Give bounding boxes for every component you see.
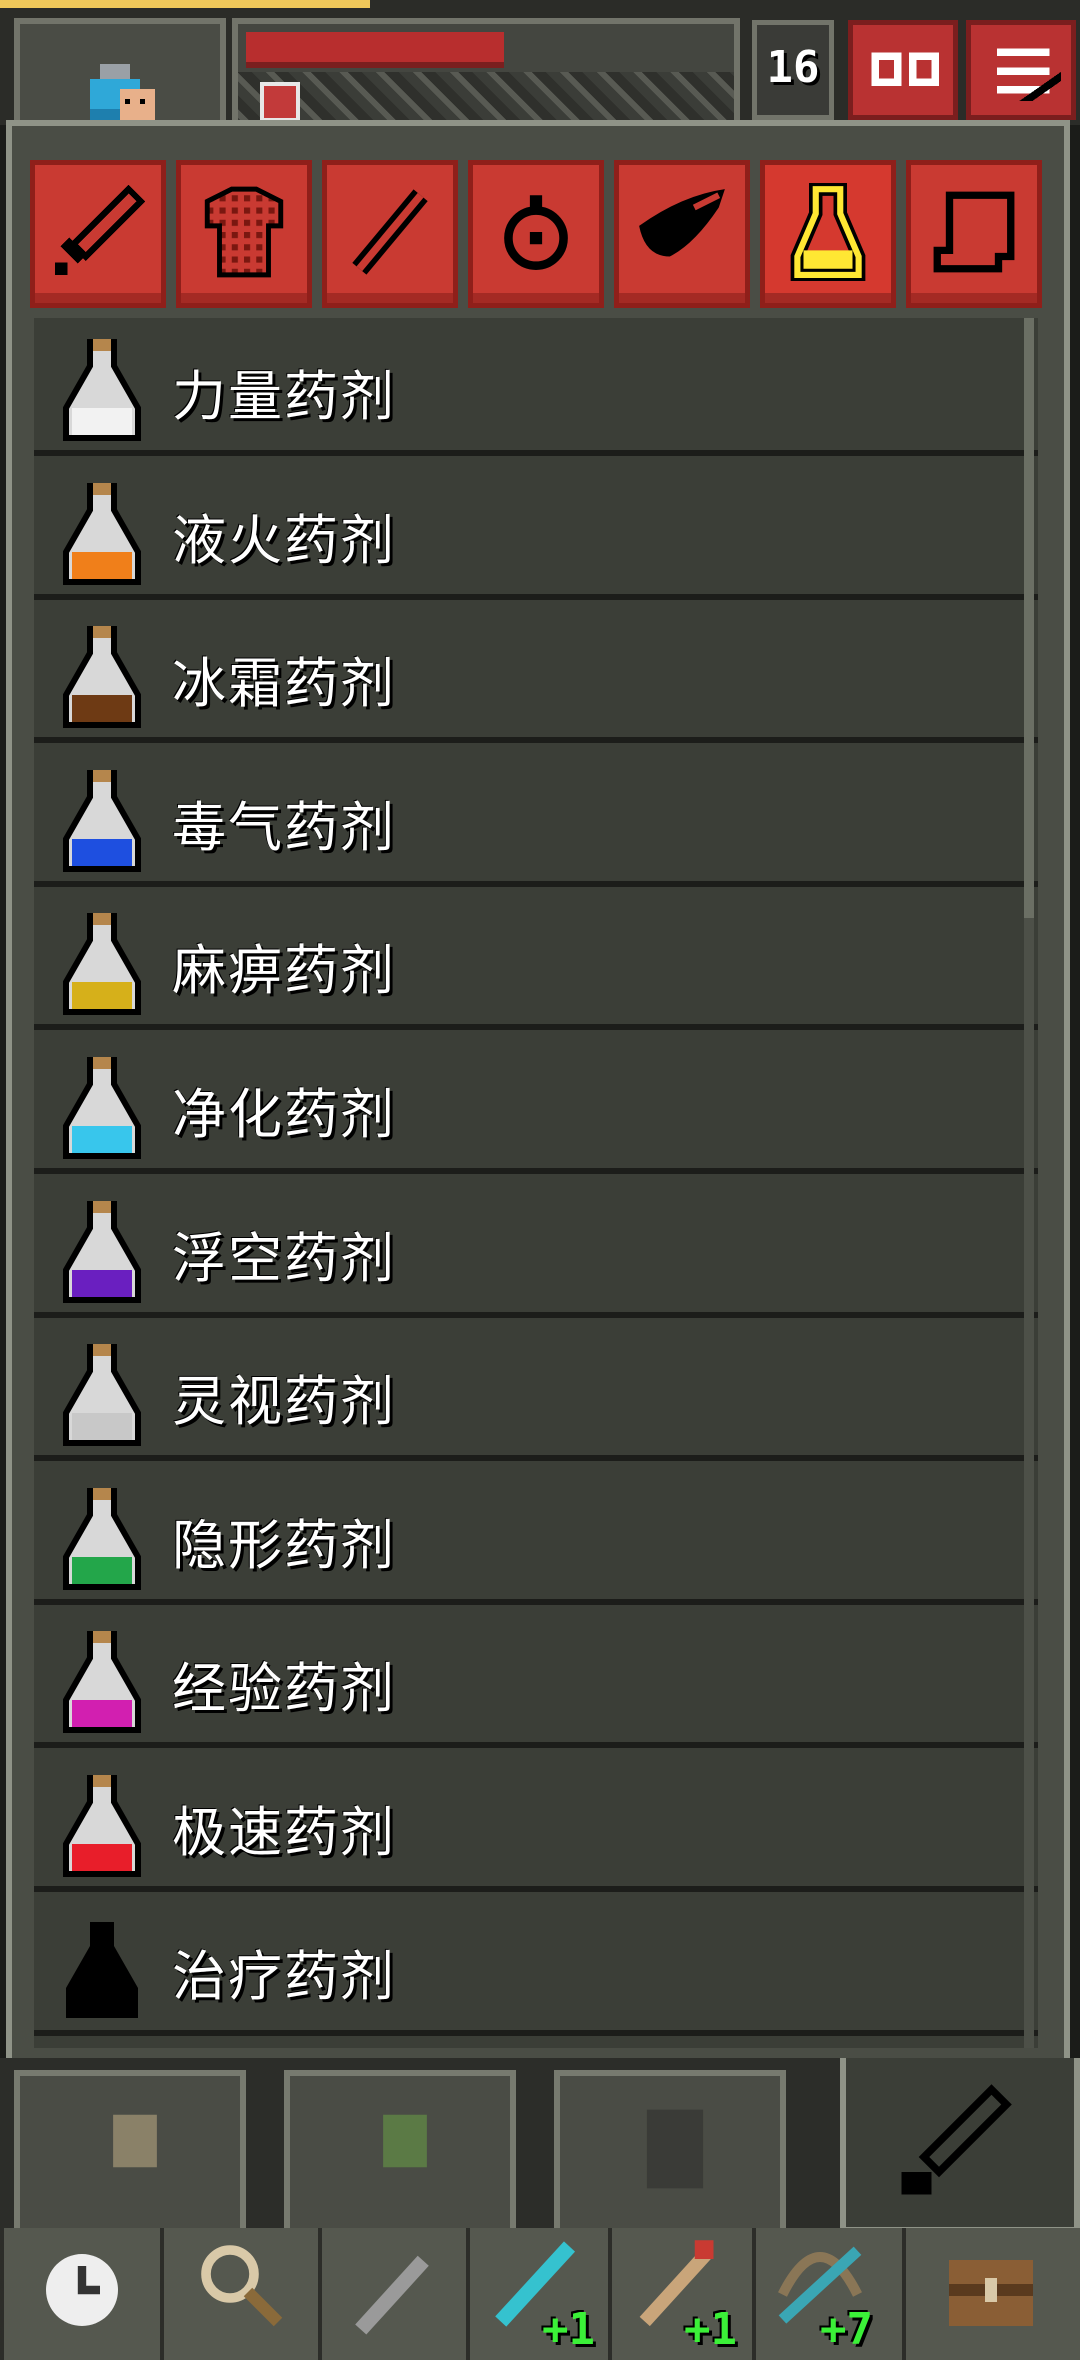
- potion-icon: [790, 183, 866, 281]
- menu-icon: [996, 48, 1061, 101]
- potion-flask-icon: [63, 626, 141, 729]
- wait-icon: [46, 2254, 118, 2326]
- potion-name: 力量药剂: [172, 365, 396, 428]
- quickslot-spear[interactable]: +1: [466, 2228, 608, 2360]
- tab-weapons[interactable]: [30, 160, 166, 308]
- upgrade-level: +1: [542, 2304, 595, 2355]
- status-bar: 16: [0, 0, 1080, 149]
- buff-icon[interactable]: [260, 82, 300, 122]
- menu-button[interactable]: [966, 20, 1076, 120]
- list-scrollbar[interactable]: [1024, 318, 1034, 2048]
- armor-icon: [204, 186, 284, 278]
- potion-name: 灵视药剂: [172, 1370, 396, 1434]
- potion-flask-icon: [63, 482, 141, 585]
- catalog-tabs: [30, 160, 1042, 310]
- tab-armor[interactable]: [176, 160, 312, 308]
- potion-flask-icon: [63, 769, 141, 872]
- potion-flask-icon: [63, 1344, 141, 1447]
- potion-flask-icon: [63, 1200, 141, 1303]
- hero-portrait-button[interactable]: [14, 18, 226, 149]
- list-item[interactable]: 灵视药剂: [34, 1323, 1038, 1462]
- list-item[interactable]: 极速药剂: [34, 1754, 1038, 1892]
- tab-artifacts[interactable]: [614, 160, 750, 308]
- list-item[interactable]: 隐形药剂: [34, 1467, 1038, 1605]
- quickslot-bow[interactable]: +7: [752, 2228, 902, 2360]
- stone-scroll-icon: [113, 2114, 157, 2168]
- journal-icon: [871, 52, 939, 86]
- quickslot-dagger[interactable]: [318, 2228, 466, 2360]
- backpack-button[interactable]: [902, 2228, 1080, 2360]
- potion-name: 浮空药剂: [172, 1226, 396, 1290]
- potion-flask-icon: [63, 913, 141, 1016]
- tab-wands[interactable]: [322, 160, 458, 308]
- potion-name: 经验药剂: [172, 1657, 396, 1721]
- depth-indicator[interactable]: 16: [752, 20, 834, 120]
- potion-flask-icon: [66, 1921, 138, 2018]
- list-item[interactable]: 净化药剂: [34, 1036, 1038, 1174]
- potion-name: 净化药剂: [172, 1083, 396, 1146]
- list-item[interactable]: 浮空药剂: [34, 1180, 1038, 1318]
- weapon-tab-sword-icon: [901, 2084, 1012, 2195]
- potion-name: 毒气药剂: [172, 795, 396, 859]
- tab-scrolls[interactable]: [906, 160, 1042, 308]
- potion-name: 极速药剂: [172, 1801, 396, 1864]
- potion-name: 治疗药剂: [172, 1944, 396, 2008]
- quickslot-staff[interactable]: +1: [608, 2228, 752, 2360]
- potion-name: 隐形药剂: [172, 1513, 396, 1577]
- potion-flask-icon: [63, 339, 141, 441]
- backpack-icon: [949, 2260, 1033, 2326]
- potion-flask-icon: [63, 1631, 141, 1734]
- upgrade-level: +7: [820, 2304, 873, 2355]
- potion-name: 麻痹药剂: [172, 939, 396, 1003]
- list-item[interactable]: 经验药剂: [34, 1610, 1038, 1749]
- potion-list[interactable]: 力量药剂液火药剂冰霜药剂毒气药剂麻痹药剂净化药剂浮空药剂灵视药剂隐形药剂经验药剂…: [34, 318, 1038, 2048]
- wand-icon: [352, 189, 428, 275]
- bottom-hud: +1 +1 +7: [0, 2058, 1080, 2360]
- list-item[interactable]: 治疗药剂: [34, 1898, 1038, 2036]
- journal-button[interactable]: [848, 20, 958, 120]
- health-bar: [246, 32, 504, 68]
- search-icon: [201, 2245, 283, 2327]
- gauntlet-icon: [646, 2109, 704, 2189]
- list-item[interactable]: 麻痹药剂: [34, 892, 1038, 1031]
- green-scroll-icon: [383, 2114, 427, 2168]
- weapon-tab[interactable]: [840, 2058, 1080, 2233]
- scrollbar-thumb[interactable]: [1024, 318, 1034, 918]
- quickslot-dagger-icon: [355, 2255, 429, 2335]
- wait-button[interactable]: [0, 2228, 160, 2360]
- potion-name: 液火药剂: [172, 508, 396, 572]
- potion-flask-icon: [63, 1487, 141, 1590]
- experience-bar: [0, 0, 370, 8]
- horn-icon: [639, 189, 725, 257]
- potion-name: 冰霜药剂: [172, 652, 396, 716]
- list-item[interactable]: 毒气药剂: [34, 749, 1038, 887]
- scroll-icon: [933, 191, 1015, 273]
- sword-icon: [55, 184, 146, 275]
- tab-potions[interactable]: [760, 160, 896, 308]
- list-item[interactable]: 力量药剂: [34, 318, 1038, 456]
- list-item[interactable]: 冰霜药剂: [34, 605, 1038, 744]
- ring-icon: [504, 195, 568, 270]
- list-item[interactable]: 液火药剂: [34, 462, 1038, 600]
- search-button[interactable]: [160, 2228, 318, 2360]
- upgrade-level: +1: [684, 2304, 737, 2355]
- potion-flask-icon: [63, 1057, 141, 1159]
- potion-flask-icon: [63, 1775, 141, 1877]
- health-panel: [232, 18, 740, 128]
- tab-rings[interactable]: [468, 160, 604, 308]
